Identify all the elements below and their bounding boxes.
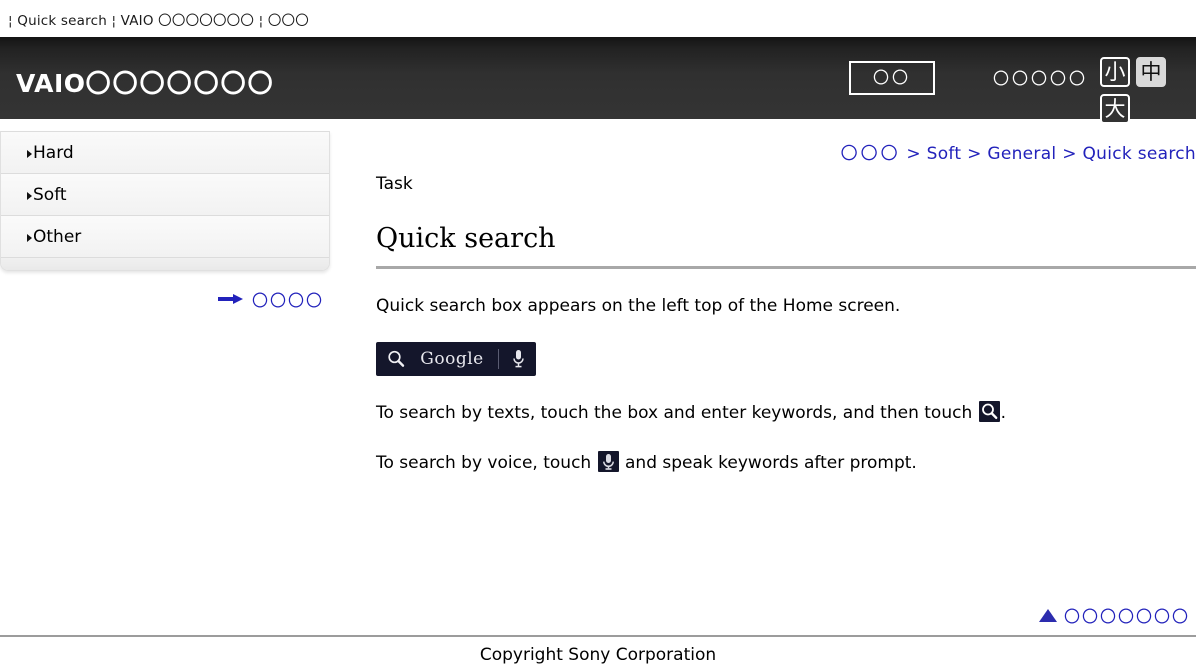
breadcrumb-home-link[interactable]: 〇〇〇 [841,144,901,164]
font-size-buttons: 小 中 大 [1100,57,1178,124]
paragraph-text-search-prefix: To search by texts, touch the box and en… [376,403,978,424]
browser-title-text: ¦ Quick search ¦ VAIO 〇〇〇〇〇〇〇 ¦ 〇〇〇 [8,12,309,29]
font-size-label: 〇〇〇〇〇 [992,69,1088,88]
sidebar-item-other[interactable]: Other [1,216,329,258]
microphone-icon [511,348,526,370]
breadcrumb-current-page[interactable]: Quick search [1082,144,1196,164]
paragraph-voice-search: To search by voice, touch and speak keyw… [376,450,1196,476]
quick-search-widget-image: Google [376,342,536,377]
paragraph-voice-search-prefix: To search by voice, touch [376,452,597,473]
sidebar-bottom-link[interactable]: 〇〇〇〇 [0,287,330,311]
arrow-right-icon [217,294,244,304]
triangle-up-icon [1038,608,1057,622]
triangle-right-icon [27,233,32,242]
brand-subtitle: 〇〇〇〇〇〇〇 [85,69,275,98]
page-footer: Copyright Sony Corporation [0,635,1196,665]
copyright-text: Copyright Sony Corporation [479,645,717,665]
menu-button[interactable]: 〇〇 [848,61,935,95]
title-divider [376,265,1196,269]
font-size-medium-button[interactable]: 中 [1136,57,1166,87]
sidebar-nav-footer [1,258,329,270]
paragraph-text-search: To search by texts, touch the box and en… [376,401,1196,426]
breadcrumb-separator: > [967,144,982,164]
breadcrumb: 〇〇〇 > Soft > General > Quick search [376,119,1196,164]
browser-title-bar: ¦ Quick search ¦ VAIO 〇〇〇〇〇〇〇 ¦ 〇〇〇 [0,0,1196,37]
sidebar-item-hard[interactable]: Hard [1,132,329,174]
breadcrumb-separator: > [1062,144,1077,164]
header-tools: 〇〇 〇〇〇〇〇 小 中 大 [848,37,1196,124]
breadcrumb-link-general[interactable]: General [987,144,1056,164]
magnifier-icon [978,401,1000,423]
sidebar-item-label: Other [33,226,82,247]
paragraph-voice-search-suffix: and speak keywords after prompt. [619,452,917,473]
triangle-right-icon [27,149,32,158]
breadcrumb-separator: > [906,144,921,164]
sidebar-item-label: Soft [33,184,67,205]
google-logo-text: Google [420,348,484,369]
sidebar: Hard Soft Other 〇〇〇〇 [0,131,330,311]
page-title: Quick search [376,223,556,254]
font-size-small-button[interactable]: 小 [1100,57,1130,87]
back-to-top-label: 〇〇〇〇〇〇〇 [1063,607,1190,626]
breadcrumb-link-soft[interactable]: Soft [927,144,962,164]
site-header: VAIO〇〇〇〇〇〇〇 〇〇 〇〇〇〇〇 小 中 大 [0,37,1196,124]
sidebar-bottom-link-label: 〇〇〇〇 [251,291,324,310]
main-content: 〇〇〇 > Soft > General > Quick search Task… [376,119,1196,493]
sidebar-nav: Hard Soft Other [0,131,330,271]
page-kicker: Task [376,174,413,194]
microphone-icon [597,450,619,472]
site-logo[interactable]: VAIO〇〇〇〇〇〇〇 [16,64,275,100]
font-size-control: 〇〇〇〇〇 小 中 大 [992,57,1196,124]
paragraph-intro: Quick search box appears on the left top… [376,295,901,316]
paragraph-text-search-suffix: . [1000,403,1007,424]
widget-divider [498,349,499,370]
page-body: Hard Soft Other 〇〇〇〇 〇〇〇 > Soft > Genera… [0,119,1196,665]
sidebar-item-label: Hard [33,142,74,163]
brand-name: VAIO [16,69,86,98]
triangle-right-icon [27,191,32,200]
magnifier-icon [386,349,406,369]
sidebar-item-soft[interactable]: Soft [1,174,329,216]
back-to-top-link[interactable]: 〇〇〇〇〇〇〇 [1038,603,1190,627]
